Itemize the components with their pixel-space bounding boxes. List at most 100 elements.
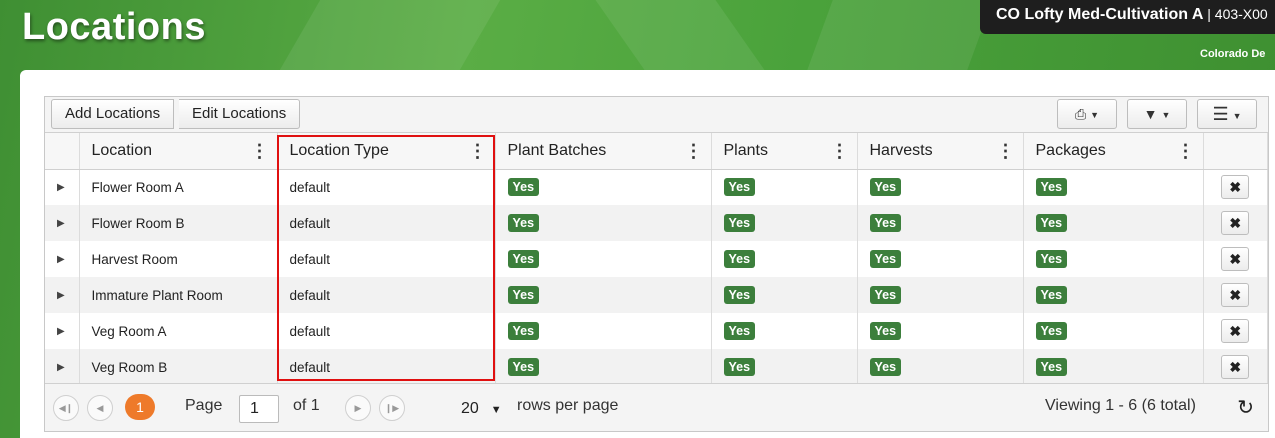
column-header-plant-batches[interactable]: Plant Batches ⋮ — [495, 133, 712, 170]
table-row: ▶ Flower Room A default Yes Yes Yes Yes … — [45, 169, 1268, 205]
column-label: Plants — [723, 141, 768, 159]
facility-license: | 403-X00 — [1207, 6, 1268, 22]
plant-batches-cell: Yes — [495, 241, 712, 277]
edit-locations-button[interactable]: Edit Locations — [179, 99, 301, 129]
harvests-cell: Yes — [857, 277, 1024, 313]
last-page-button[interactable]: ❙▶ — [379, 395, 405, 421]
columns-menu-button[interactable]: ☰ ▼ — [1197, 99, 1257, 129]
yes-badge: Yes — [507, 322, 540, 340]
yes-badge: Yes — [723, 214, 756, 232]
column-label: Plant Batches — [507, 141, 607, 159]
column-header-location-type[interactable]: Location Type ⋮ — [277, 133, 496, 170]
yes-badge: Yes — [1035, 214, 1068, 232]
plants-cell: Yes — [711, 169, 858, 205]
location-type-cell: default — [277, 205, 496, 241]
yes-badge: Yes — [723, 250, 756, 268]
actions-column-header — [1203, 133, 1268, 170]
yes-badge: Yes — [1035, 250, 1068, 268]
delete-button[interactable]: ✖ — [1221, 355, 1250, 379]
yes-badge: Yes — [723, 286, 756, 304]
yes-badge: Yes — [507, 214, 540, 232]
chevron-down-icon: ▼ — [1090, 110, 1100, 121]
filter-icon: ▼︎ — [1143, 106, 1158, 122]
expand-row-icon[interactable]: ▶ — [45, 349, 80, 385]
location-cell: Flower Room A — [79, 169, 278, 205]
location-type-cell: default — [277, 277, 496, 313]
table-row: ▶ Veg Room A default Yes Yes Yes Yes ✖ — [45, 313, 1268, 349]
page-count-label: of 1 — [293, 397, 320, 414]
column-header-location[interactable]: Location ⋮ — [79, 133, 278, 170]
expand-row-icon[interactable]: ▶ — [45, 241, 80, 277]
yes-badge: Yes — [723, 322, 756, 340]
chevron-down-icon: ▼ — [1232, 111, 1242, 122]
yes-badge: Yes — [869, 322, 902, 340]
pagination-bar: ◀❙ ◀ 1 Page of 1 ▶ ❙▶ 20▼ rows per page … — [45, 383, 1268, 431]
menu-icon: ☰ — [1212, 104, 1229, 124]
column-menu-icon[interactable]: ⋮ — [831, 141, 849, 162]
print-button[interactable]: ⎙ ▼ — [1057, 99, 1117, 129]
grid-toolbar: Add Locations Edit Locations ⎙ ▼ ▼︎ ▼ ☰ ▼ — [45, 97, 1268, 133]
plant-batches-cell: Yes — [495, 349, 712, 385]
column-header-packages[interactable]: Packages ⋮ — [1023, 133, 1204, 170]
table-header-row: Location ⋮ Location Type ⋮ Plant Batches ⋮ … — [45, 133, 1268, 170]
column-label: Harvests — [869, 141, 933, 159]
page-title: Locations — [22, 6, 206, 48]
yes-badge: Yes — [1035, 358, 1068, 376]
next-page-button[interactable]: ▶ — [345, 395, 371, 421]
column-menu-icon[interactable]: ⋮ — [1177, 141, 1195, 162]
viewing-summary: Viewing 1 - 6 (6 total) — [1045, 397, 1196, 414]
plants-cell: Yes — [711, 349, 858, 385]
yes-badge: Yes — [723, 358, 756, 376]
expand-row-icon[interactable]: ▶ — [45, 277, 80, 313]
column-label: Packages — [1035, 141, 1106, 159]
expand-row-icon[interactable]: ▶ — [45, 205, 80, 241]
location-type-cell: default — [277, 349, 496, 385]
location-type-cell: default — [277, 241, 496, 277]
add-locations-button[interactable]: Add Locations — [51, 99, 175, 129]
column-menu-icon[interactable]: ⋮ — [251, 141, 269, 162]
delete-button[interactable]: ✖ — [1221, 247, 1250, 271]
column-header-harvests[interactable]: Harvests ⋮ — [857, 133, 1024, 170]
page-number-input[interactable] — [239, 395, 279, 423]
location-type-cell: default — [277, 313, 496, 349]
column-header-plants[interactable]: Plants ⋮ — [711, 133, 858, 170]
column-menu-icon[interactable]: ⋮ — [685, 141, 703, 162]
delete-button[interactable]: ✖ — [1221, 283, 1250, 307]
chevron-down-icon: ▼ — [490, 404, 502, 416]
plants-cell: Yes — [711, 205, 858, 241]
actions-cell: ✖ — [1203, 277, 1268, 313]
delete-button[interactable]: ✖ — [1221, 211, 1250, 235]
rows-per-page-select[interactable]: 20 ▼ — [453, 395, 509, 423]
facility-selector[interactable]: CO Lofty Med-Cultivation A | 403-X00 — [980, 0, 1275, 34]
packages-cell: Yes — [1023, 349, 1204, 385]
location-cell: Harvest Room — [79, 241, 278, 277]
table-row: ▶ Harvest Room default Yes Yes Yes Yes ✖ — [45, 241, 1268, 277]
plant-batches-cell: Yes — [495, 205, 712, 241]
yes-badge: Yes — [1035, 178, 1068, 197]
current-page-badge: 1 — [125, 394, 155, 420]
plants-cell: Yes — [711, 277, 858, 313]
content-panel: Add Locations Edit Locations ⎙ ▼ ▼︎ ▼ ☰ ▼ L… — [20, 70, 1275, 438]
yes-badge: Yes — [507, 250, 540, 268]
harvests-cell: Yes — [857, 313, 1024, 349]
column-label: Location Type — [289, 141, 389, 159]
harvests-cell: Yes — [857, 205, 1024, 241]
column-menu-icon[interactable]: ⋮ — [469, 141, 487, 162]
filter-button[interactable]: ▼︎ ▼ — [1127, 99, 1187, 129]
locations-table: Location ⋮ Location Type ⋮ Plant Batches ⋮ … — [45, 133, 1268, 385]
packages-cell: Yes — [1023, 277, 1204, 313]
expand-row-icon[interactable]: ▶ — [45, 169, 80, 205]
yes-badge: Yes — [507, 358, 540, 376]
delete-button[interactable]: ✖ — [1221, 319, 1250, 343]
first-page-button[interactable]: ◀❙ — [53, 395, 79, 421]
yes-badge: Yes — [723, 178, 756, 197]
refresh-icon[interactable]: ↻ — [1237, 395, 1254, 420]
packages-cell: Yes — [1023, 313, 1204, 349]
locations-grid: Add Locations Edit Locations ⎙ ▼ ▼︎ ▼ ☰ ▼ L… — [44, 96, 1269, 432]
expand-row-icon[interactable]: ▶ — [45, 313, 80, 349]
column-menu-icon[interactable]: ⋮ — [997, 141, 1015, 162]
yes-badge: Yes — [507, 286, 540, 304]
prev-page-button[interactable]: ◀ — [87, 395, 113, 421]
yes-badge: Yes — [869, 250, 902, 268]
delete-button[interactable]: ✖ — [1221, 175, 1250, 200]
